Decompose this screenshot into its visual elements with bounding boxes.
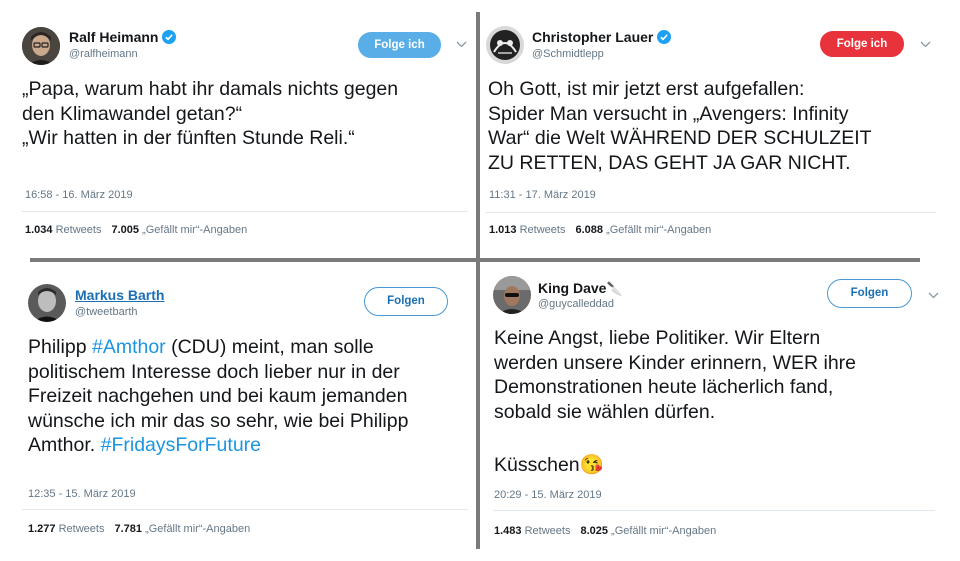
tweet-text-line: ZU RETTEN, DAS GEHT JA GAR NICHT. bbox=[488, 151, 851, 174]
retweets-label[interactable]: Retweets bbox=[525, 525, 571, 537]
chevron-down-icon[interactable] bbox=[456, 40, 467, 51]
display-name[interactable]: Markus Barth bbox=[75, 287, 164, 303]
engagement-stats: 1.013 Retweets 6.088 „Gefällt mir“-Angabe… bbox=[489, 224, 711, 236]
tweet-text-line: „Papa, warum habt ihr damals nichts gege… bbox=[22, 78, 399, 100]
knife-emoji-icon: 🔪 bbox=[606, 281, 623, 296]
separator bbox=[493, 510, 935, 511]
user-handle[interactable]: @guycalleddad bbox=[538, 298, 614, 310]
retweet-count[interactable]: 1.483 bbox=[494, 525, 522, 537]
verified-badge-icon bbox=[162, 30, 177, 47]
follow-button[interactable]: Folgen bbox=[827, 279, 912, 308]
likes-label[interactable]: „Gefällt mir“-Angaben bbox=[611, 525, 716, 537]
like-count[interactable]: 7.005 bbox=[111, 224, 139, 236]
user-handle[interactable]: @tweetbarth bbox=[75, 306, 138, 318]
tweet-card-ralf-heimann: Ralf Heimann @ralfheimann Folge ich „Pap… bbox=[0, 0, 476, 258]
user-handle[interactable]: @ralfheimann bbox=[69, 48, 138, 60]
tweet-text-line: „Wir hatten in der fünften Stunde Reli.“ bbox=[22, 127, 355, 149]
hashtag-link[interactable]: #Amthor bbox=[92, 336, 166, 358]
follow-button[interactable]: Folgen bbox=[364, 287, 448, 316]
separator bbox=[486, 212, 936, 213]
user-handle[interactable]: @Schmidtlepp bbox=[532, 48, 604, 60]
separator bbox=[22, 211, 468, 212]
tweet-card-markus-barth: Markus Barth @tweetbarth Folgen Philipp … bbox=[0, 262, 476, 561]
engagement-stats: 1.034 Retweets 7.005 „Gefällt mir“-Angabe… bbox=[25, 224, 247, 236]
engagement-stats: 1.277 Retweets 7.781 „Gefällt mir“-Angabe… bbox=[28, 523, 250, 535]
retweets-label[interactable]: Retweets bbox=[59, 523, 105, 535]
separator bbox=[22, 509, 468, 510]
timestamp[interactable]: 20:29 - 15. März 2019 bbox=[494, 489, 602, 501]
tweet-text-line: den Klimawandel getan?“ bbox=[22, 102, 243, 125]
kiss-emoji-icon: 😘 bbox=[579, 454, 604, 476]
retweet-count[interactable]: 1.277 bbox=[28, 523, 56, 535]
like-count[interactable]: 8.025 bbox=[580, 525, 608, 537]
tweet-card-king-dave: King Dave🔪 @guycalleddad Folgen Keine An… bbox=[480, 262, 960, 561]
tweet-text-line: Keine Angst, liebe Politiker. Wir Eltern bbox=[494, 327, 821, 349]
verified-badge-icon bbox=[657, 30, 672, 47]
hashtag-link[interactable]: #FridaysForFuture bbox=[101, 434, 261, 456]
tweet-text-line: Demonstrationen heute lächerlich fand, bbox=[494, 376, 834, 398]
retweet-count[interactable]: 1.034 bbox=[25, 224, 53, 236]
chevron-down-icon[interactable] bbox=[920, 40, 931, 51]
display-name[interactable]: King Dave🔪 bbox=[538, 280, 623, 297]
tweet-text: Oh Gott, ist mir jetzt erst aufgefallen:… bbox=[488, 77, 948, 175]
tweet-text-line: Spider Man versucht in „Avengers: Infini… bbox=[488, 102, 849, 125]
tweet-text-line: Oh Gott, ist mir jetzt erst aufgefallen: bbox=[488, 78, 805, 100]
retweets-label[interactable]: Retweets bbox=[56, 224, 102, 236]
chevron-down-icon[interactable] bbox=[928, 291, 939, 302]
following-button[interactable]: Folge ich bbox=[358, 32, 441, 58]
avatar[interactable] bbox=[22, 27, 60, 65]
tweet-text-part: Philipp bbox=[28, 336, 92, 358]
display-name[interactable]: Christopher Lauer bbox=[532, 29, 672, 47]
like-count[interactable]: 6.088 bbox=[575, 224, 603, 236]
likes-label[interactable]: „Gefällt mir“-Angaben bbox=[606, 224, 711, 236]
tweet-text: „Papa, warum habt ihr damals nichts gege… bbox=[22, 77, 462, 151]
display-name[interactable]: Ralf Heimann bbox=[69, 29, 177, 47]
retweet-count[interactable]: 1.013 bbox=[489, 224, 517, 236]
like-count[interactable]: 7.781 bbox=[114, 523, 142, 535]
tweet-text: Philipp #Amthor (CDU) meint, man solle p… bbox=[28, 335, 468, 458]
timestamp[interactable]: 16:58 - 16. März 2019 bbox=[25, 189, 133, 201]
timestamp[interactable]: 12:35 - 15. März 2019 bbox=[28, 488, 136, 500]
tweet-text-line: werden unsere Kinder erinnern, WER ihre bbox=[494, 351, 857, 374]
tweet-text: Keine Angst, liebe Politiker. Wir Eltern… bbox=[494, 326, 944, 478]
avatar[interactable] bbox=[486, 26, 524, 64]
avatar[interactable] bbox=[28, 284, 66, 322]
tweet-text-line: sobald sie wählen dürfen. bbox=[494, 400, 716, 423]
tweet-text-line: Küsschen😘 bbox=[494, 454, 604, 476]
tweet-card-christopher-lauer: Christopher Lauer @Schmidtlepp Folge ich… bbox=[480, 0, 960, 258]
retweets-label[interactable]: Retweets bbox=[520, 224, 566, 236]
tweet-text-line: War“ die Welt WÄHREND DER SCHULZEIT bbox=[488, 127, 872, 149]
timestamp[interactable]: 11:31 - 17. März 2019 bbox=[489, 189, 596, 201]
following-button[interactable]: Folge ich bbox=[820, 31, 904, 57]
likes-label[interactable]: „Gefällt mir“-Angaben bbox=[145, 523, 250, 535]
engagement-stats: 1.483 Retweets 8.025 „Gefällt mir“-Angabe… bbox=[494, 525, 716, 537]
likes-label[interactable]: „Gefällt mir“-Angaben bbox=[142, 224, 247, 236]
avatar[interactable] bbox=[493, 276, 531, 314]
